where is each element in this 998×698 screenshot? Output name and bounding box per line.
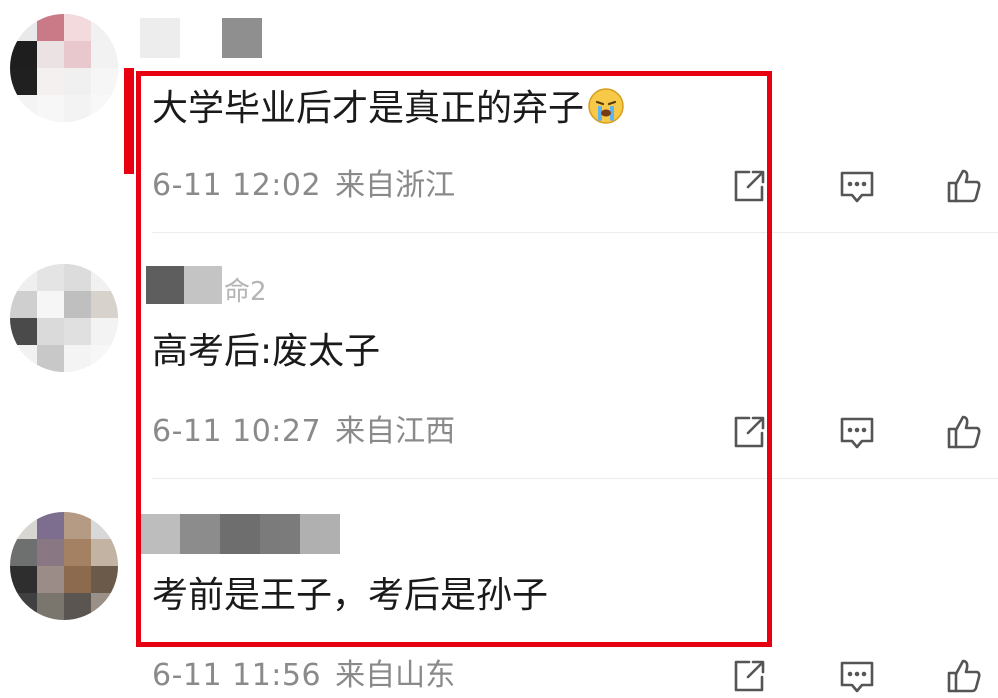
reply-button[interactable]	[835, 410, 879, 454]
share-button[interactable]	[727, 654, 771, 698]
loudly-crying-face-icon	[588, 88, 624, 124]
comment-meta: 6-11 10:27 来自江西	[152, 414, 455, 450]
share-icon	[734, 416, 765, 448]
comment-meta: 6-11 11:56 来自山东	[152, 658, 455, 694]
timestamp: 6-11 10:27	[152, 414, 322, 449]
like-button[interactable]	[942, 164, 986, 208]
reply-icon	[840, 661, 874, 693]
username-partial[interactable]: 命2	[224, 274, 267, 310]
avatar[interactable]	[10, 14, 118, 122]
username-blurred[interactable]	[140, 514, 340, 554]
like-icon	[947, 659, 981, 693]
avatar-mosaic	[10, 14, 118, 122]
comment-text: 高考后:废太子	[152, 331, 381, 372]
comment-item-3: 考前是王子，考后是孙子 6-11 11:56 来自山东	[0, 480, 998, 694]
timestamp: 6-11 12:02	[152, 168, 322, 203]
location: 来自江西	[335, 414, 456, 449]
location: 来自浙江	[335, 168, 456, 203]
comment-item-2: 命2 高考后:废太子 6-11 10:27 来自江西	[0, 240, 998, 480]
like-button[interactable]	[942, 654, 986, 698]
comment-text: 大学毕业后才是真正的弃子	[152, 86, 626, 131]
divider	[152, 478, 998, 479]
avatar-mosaic	[10, 264, 118, 372]
share-icon	[734, 660, 765, 692]
comment-meta: 6-11 12:02 来自浙江	[152, 168, 455, 204]
share-button[interactable]	[727, 164, 771, 208]
like-icon	[947, 169, 981, 203]
comment-item-1: 大学毕业后才是真正的弃子 6-11 12:02 来自浙江	[0, 0, 998, 240]
share-icon	[734, 170, 765, 202]
avatar-mosaic	[10, 512, 118, 620]
reply-button[interactable]	[835, 654, 879, 698]
comment-text: 考前是王子，考后是孙子	[152, 575, 549, 616]
reply-icon	[840, 171, 874, 203]
timestamp: 6-11 11:56	[152, 658, 322, 693]
like-button[interactable]	[942, 410, 986, 454]
reply-button[interactable]	[835, 164, 879, 208]
username-blurred[interactable]	[146, 266, 222, 306]
avatar[interactable]	[10, 512, 118, 620]
like-icon	[947, 415, 981, 449]
divider	[152, 232, 998, 233]
reply-icon	[840, 417, 874, 449]
username-blurred[interactable]	[140, 18, 262, 58]
avatar[interactable]	[10, 264, 118, 372]
share-button[interactable]	[727, 410, 771, 454]
location: 来自山东	[335, 658, 456, 693]
